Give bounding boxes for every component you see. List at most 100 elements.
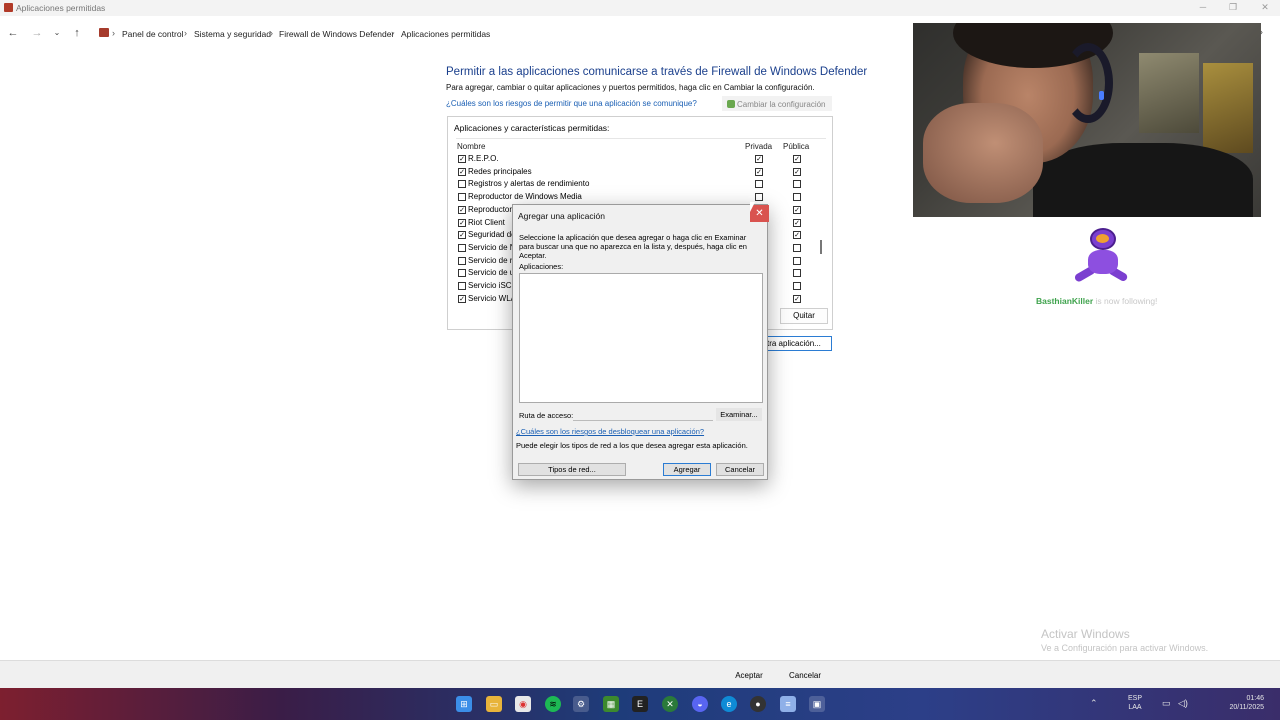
column-header-private[interactable]: Privada: [745, 142, 772, 151]
private-checkbox[interactable]: [755, 193, 763, 202]
checkbox-checked[interactable]: ✓: [458, 231, 466, 240]
shield-icon: [727, 100, 735, 108]
chevron-down-icon[interactable]: ⌄: [50, 26, 64, 40]
column-header-name[interactable]: Nombre: [457, 142, 485, 151]
network-types-hint: Puede elegir los tipos de red a los que …: [516, 441, 748, 450]
list-item[interactable]: ✓ R.E.P.O. ✓ ✓: [456, 153, 818, 165]
volume-icon[interactable]: ◁): [1178, 698, 1188, 709]
minimize-icon[interactable]: ─: [1196, 2, 1210, 13]
accept-button[interactable]: Aceptar: [724, 668, 774, 683]
private-checkbox[interactable]: [755, 180, 763, 189]
time: 01:46: [1246, 695, 1264, 702]
discord-icon[interactable]: ◒: [692, 696, 708, 712]
clock[interactable]: 01:46 20/11/2025: [1220, 694, 1264, 712]
follower-alert: BasthianKiller is now following!: [1036, 296, 1157, 306]
public-checkbox[interactable]: [793, 269, 801, 278]
dialog-description: Seleccione la aplicación que desea agreg…: [519, 233, 747, 260]
list-item[interactable]: Registros y alertas de rendimiento: [456, 178, 818, 190]
start-icon[interactable]: ⊞: [456, 696, 472, 712]
apps-listbox[interactable]: [519, 273, 763, 403]
chevron-right-icon: ›: [184, 28, 187, 38]
webcam-overlay: [913, 23, 1261, 217]
public-checkbox[interactable]: [793, 180, 801, 189]
forward-icon[interactable]: →: [30, 26, 44, 40]
public-checkbox[interactable]: [793, 243, 801, 252]
checkbox-checked[interactable]: ✓: [458, 167, 466, 176]
public-checkbox[interactable]: [793, 282, 801, 290]
checkbox[interactable]: [458, 269, 466, 278]
edge-icon[interactable]: e: [721, 696, 737, 712]
list-item-name: Riot Client: [468, 217, 505, 227]
public-checkbox[interactable]: ✓: [793, 218, 801, 227]
public-checkbox[interactable]: ✓: [793, 155, 801, 163]
public-checkbox[interactable]: ✓: [793, 167, 801, 176]
activation-watermark-title: Activar Windows: [1041, 627, 1130, 641]
add-app-dialog: Agregar una aplicación ✕ Seleccione la a…: [512, 204, 769, 480]
spotify-icon[interactable]: ≋: [545, 696, 561, 712]
public-checkbox[interactable]: ✓: [793, 205, 801, 214]
add-button[interactable]: Agregar: [663, 463, 711, 476]
control-panel-icon[interactable]: ▣: [809, 696, 825, 712]
risk-link[interactable]: ¿Cuáles son los riesgos de permitir que …: [446, 99, 697, 108]
change-settings-label: Cambiar la configuración: [737, 100, 826, 109]
list-item-name: Reproductor: [468, 204, 513, 214]
epic-games-icon[interactable]: E: [632, 696, 648, 712]
unblock-risk-link[interactable]: ¿Cuáles son los riesgos de desbloquear u…: [516, 427, 704, 436]
chevron-right-icon: ›: [112, 28, 115, 38]
public-checkbox[interactable]: ✓: [793, 231, 801, 240]
checkbox[interactable]: [458, 180, 466, 189]
network-types-button[interactable]: Tipos de red...: [518, 463, 626, 476]
close-icon[interactable]: ✕: [1258, 2, 1272, 13]
allow-other-app-button[interactable]: tra aplicación...: [762, 336, 832, 351]
breadcrumb-item[interactable]: Sistema y seguridad: [194, 29, 271, 39]
file-explorer-icon[interactable]: ▭: [486, 696, 502, 712]
private-checkbox[interactable]: ✓: [755, 167, 763, 176]
network-icon[interactable]: ▭: [1162, 698, 1171, 709]
minecraft-icon[interactable]: ▦: [603, 696, 619, 712]
up-icon[interactable]: ↑: [70, 26, 84, 40]
steam-icon[interactable]: ⚙: [573, 696, 589, 712]
private-checkbox[interactable]: ✓: [755, 155, 763, 163]
remove-button[interactable]: Quitar: [780, 308, 828, 324]
title-bar: Aplicaciones permitidas ─ ❐ ✕: [0, 0, 1280, 16]
checkbox-checked[interactable]: ✓: [458, 205, 466, 214]
xbox-icon[interactable]: ✕: [662, 696, 678, 712]
browse-button[interactable]: Examinar...: [716, 408, 762, 421]
public-checkbox[interactable]: ✓: [793, 294, 801, 303]
scrollbar[interactable]: [820, 240, 822, 254]
path-input[interactable]: [573, 408, 713, 421]
checkbox-checked[interactable]: ✓: [458, 218, 466, 227]
change-settings-button[interactable]: Cambiar la configuración: [722, 96, 832, 111]
cancel-button[interactable]: Cancelar: [716, 463, 764, 476]
breadcrumb-item[interactable]: Panel de control: [122, 29, 183, 39]
activation-watermark-subtitle: Ve a Configuración para activar Windows.: [1041, 643, 1209, 653]
public-checkbox[interactable]: [793, 193, 801, 202]
page-title: Permitir a las aplicaciones comunicarse …: [446, 66, 868, 78]
breadcrumb-item[interactable]: Firewall de Windows Defender: [279, 29, 394, 39]
obs-icon[interactable]: ●: [750, 696, 766, 712]
list-item-name: Servicio WLA: [468, 293, 517, 303]
list-item[interactable]: ✓ Redes principales ✓ ✓: [456, 166, 818, 178]
checkbox-checked[interactable]: ✓: [458, 155, 466, 163]
checkbox[interactable]: [458, 243, 466, 252]
column-header-public[interactable]: Pública: [783, 142, 809, 151]
poster: [1139, 53, 1199, 133]
public-checkbox[interactable]: [793, 256, 801, 265]
checkbox-checked[interactable]: ✓: [458, 294, 466, 303]
list-item[interactable]: Reproductor de Windows Media: [456, 191, 818, 203]
language-indicator[interactable]: ESP LAA: [1122, 694, 1148, 712]
notepad-icon[interactable]: ≡: [780, 696, 796, 712]
checkbox[interactable]: [458, 282, 466, 290]
astronaut-body: [1088, 250, 1118, 274]
cancel-button[interactable]: Cancelar: [780, 668, 830, 683]
back-icon[interactable]: ←: [6, 26, 20, 40]
chrome-icon[interactable]: ◉: [515, 696, 531, 712]
breadcrumb-item[interactable]: Aplicaciones permitidas: [401, 29, 490, 39]
chevron-up-icon[interactable]: ⌃: [1090, 698, 1098, 709]
checkbox[interactable]: [458, 256, 466, 265]
person-shirt: [1033, 143, 1253, 217]
checkbox[interactable]: [458, 193, 466, 202]
footer-bar: Aceptar Cancelar: [0, 660, 1280, 688]
maximize-icon[interactable]: ❐: [1226, 2, 1240, 13]
language-code: ESP: [1127, 695, 1142, 702]
